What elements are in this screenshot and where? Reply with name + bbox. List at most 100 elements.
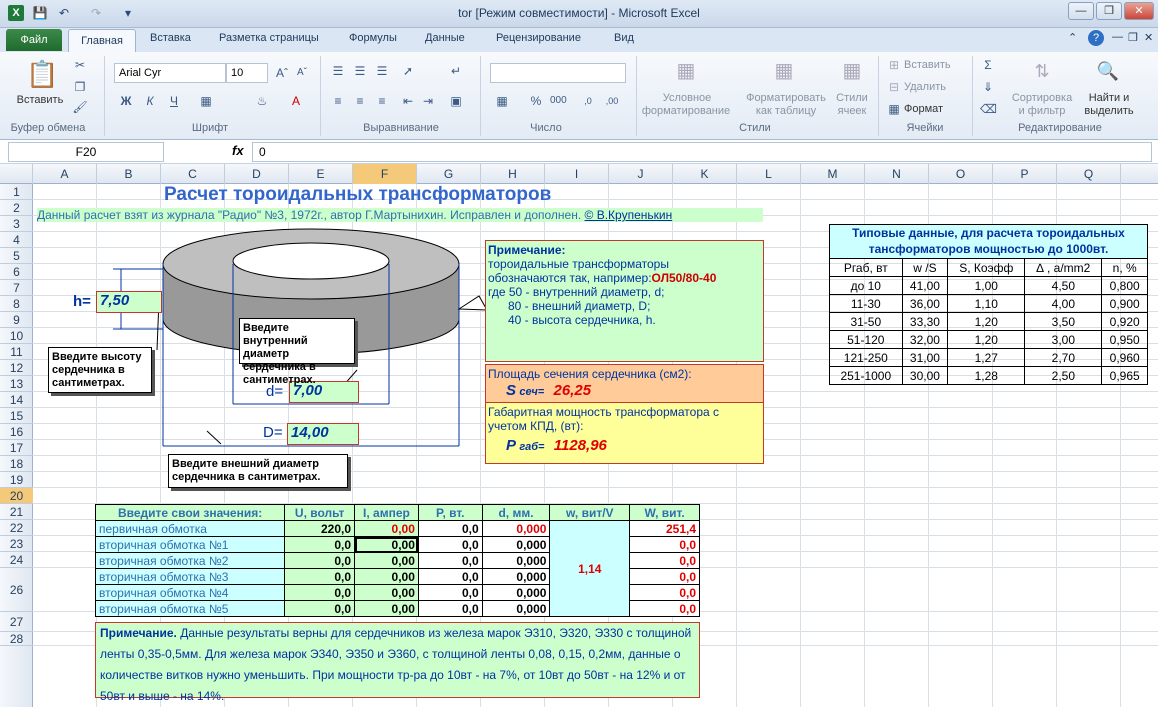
row-header-22[interactable]: 22 (0, 520, 33, 536)
format-cells-button[interactable]: Формат (904, 103, 964, 115)
tab-formulas[interactable]: Формулы (349, 32, 397, 44)
h-input[interactable]: 7,50 (96, 291, 162, 313)
restore-button[interactable]: ❐ (1096, 2, 1122, 20)
thousands-icon[interactable]: 000 (550, 94, 567, 108)
insert-function-icon[interactable]: fx (232, 143, 244, 158)
format-cells-icon[interactable]: ▦ (886, 102, 902, 116)
conditional-format-icon[interactable]: ▦ (674, 58, 698, 84)
insert-cells-button[interactable]: Вставить (904, 59, 964, 71)
column-header-P[interactable]: P (993, 164, 1057, 184)
tab-data[interactable]: Данные (425, 32, 465, 44)
format-painter-icon[interactable]: 🖌 (72, 100, 88, 114)
grow-font-icon[interactable]: Aˆ (274, 66, 290, 80)
worksheet-grid[interactable]: Расчет тороидальных трансформаторов Данн… (33, 184, 1158, 707)
winding-cell[interactable]: 0,00 (354, 520, 419, 537)
column-header-K[interactable]: K (673, 164, 737, 184)
doc-close-icon[interactable]: ✕ (1144, 31, 1153, 44)
conditional-format-button-line2[interactable]: форматирование (636, 105, 736, 117)
bold-icon[interactable]: Ж (118, 94, 134, 108)
help-icon[interactable]: ? (1088, 30, 1104, 46)
select-all-corner[interactable] (0, 164, 33, 184)
italic-icon[interactable]: К (142, 94, 158, 108)
author-link[interactable]: © В.Крупенькин (585, 208, 673, 222)
format-as-table-button-line2[interactable]: как таблицу (742, 105, 830, 117)
align-top-icon[interactable]: ☰ (330, 64, 346, 78)
winding-cell[interactable]: 0,00 (354, 536, 419, 553)
find-select-button-line2[interactable]: выделить (1080, 105, 1138, 117)
row-header-6[interactable]: 6 (0, 264, 33, 280)
sort-filter-button[interactable]: Сортировка (1006, 92, 1078, 104)
formula-input[interactable]: 0 (252, 142, 1152, 162)
row-header-26[interactable]: 26 (0, 568, 33, 612)
row-header-8[interactable]: 8 (0, 296, 33, 312)
row-header-3[interactable]: 3 (0, 216, 33, 232)
column-header-E[interactable]: E (289, 164, 353, 184)
format-as-table-icon[interactable]: ▦ (772, 58, 796, 84)
decrease-indent-icon[interactable]: ⇤ (400, 94, 416, 108)
winding-cell[interactable]: 0,0 (284, 568, 356, 585)
font-name-combo[interactable]: Arial Cyr (114, 63, 226, 83)
row-header-1[interactable]: 1 (0, 184, 33, 200)
shrink-font-icon[interactable]: Aˇ (294, 66, 310, 80)
row-header-17[interactable]: 17 (0, 440, 33, 456)
winding-cell[interactable]: 0,0 (284, 552, 356, 569)
column-header-B[interactable]: B (97, 164, 161, 184)
sort-filter-button-line2[interactable]: и фильтр (1006, 105, 1078, 117)
row-header-27[interactable]: 27 (0, 612, 33, 632)
winding-cell[interactable]: 220,0 (284, 520, 356, 537)
merge-cells-icon[interactable]: ▣ (448, 94, 464, 108)
sort-filter-icon[interactable]: ⇅ (1030, 58, 1054, 84)
align-bottom-icon[interactable]: ☰ (374, 64, 390, 78)
column-header-D[interactable]: D (225, 164, 289, 184)
column-header-I[interactable]: I (545, 164, 609, 184)
orientation-icon[interactable]: ➚ (400, 64, 416, 78)
D-input[interactable]: 14,00 (287, 423, 359, 445)
tab-review[interactable]: Рецензирование (496, 32, 581, 44)
cell-styles-button[interactable]: Стили (830, 92, 874, 104)
wrap-text-icon[interactable]: ↵ (448, 64, 464, 78)
row-header-2[interactable]: 2 (0, 200, 33, 216)
font-size-combo[interactable]: 10 (226, 63, 268, 83)
row-header-13[interactable]: 13 (0, 376, 33, 392)
underline-icon[interactable]: Ч (166, 94, 182, 108)
row-header-16[interactable]: 16 (0, 424, 33, 440)
paste-icon[interactable]: 📋 (26, 58, 58, 90)
column-header-O[interactable]: O (929, 164, 993, 184)
tab-home[interactable]: Главная (68, 29, 136, 52)
column-header-L[interactable]: L (737, 164, 801, 184)
format-as-table-button[interactable]: Форматировать (742, 92, 830, 104)
row-header-21[interactable]: 21 (0, 504, 33, 520)
borders-icon[interactable]: ▦ (198, 94, 214, 108)
winding-cell[interactable]: 0,00 (354, 568, 419, 585)
cut-icon[interactable]: ✂ (72, 58, 88, 72)
tab-insert[interactable]: Вставка (150, 32, 191, 44)
fill-icon[interactable]: ⇓ (980, 80, 996, 94)
column-header-J[interactable]: J (609, 164, 673, 184)
row-header-5[interactable]: 5 (0, 248, 33, 264)
column-header-F[interactable]: F (353, 164, 417, 184)
number-format-combo[interactable] (490, 63, 626, 83)
tab-file[interactable]: Файл (6, 29, 62, 51)
delete-cells-icon[interactable]: ⊟ (886, 80, 902, 94)
increase-decimal-icon[interactable]: ,0 (580, 94, 596, 108)
winding-cell[interactable]: 0,00 (354, 552, 419, 569)
row-header-20[interactable]: 20 (0, 488, 33, 504)
find-select-button[interactable]: Найти и (1080, 92, 1138, 104)
currency-icon[interactable]: ▦ (494, 94, 510, 108)
row-header-7[interactable]: 7 (0, 280, 33, 296)
column-header-Q[interactable]: Q (1057, 164, 1121, 184)
decrease-decimal-icon[interactable]: ,00 (604, 94, 620, 108)
fill-color-icon[interactable]: ♨ (254, 94, 270, 108)
column-header-G[interactable]: G (417, 164, 481, 184)
doc-restore-icon[interactable]: ❐ (1128, 31, 1138, 44)
row-header-4[interactable]: 4 (0, 232, 33, 248)
font-color-icon[interactable]: A (288, 94, 304, 108)
row-header-10[interactable]: 10 (0, 328, 33, 344)
clear-icon[interactable]: ⌫ (980, 102, 997, 116)
conditional-format-button[interactable]: Условное (648, 92, 726, 104)
percent-icon[interactable]: % (528, 94, 544, 108)
row-header-9[interactable]: 9 (0, 312, 33, 328)
align-right-icon[interactable]: ≡ (374, 94, 390, 108)
align-center-icon[interactable]: ≡ (352, 94, 368, 108)
row-header-11[interactable]: 11 (0, 344, 33, 360)
